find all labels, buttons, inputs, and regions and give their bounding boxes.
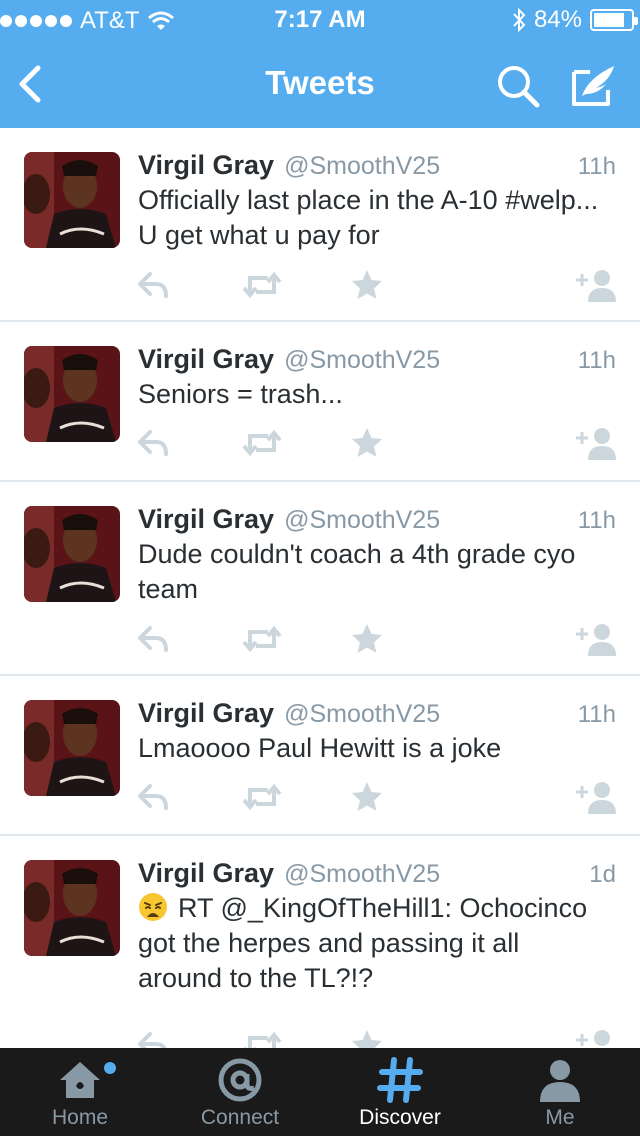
tweet-actions [0,622,640,658]
favorite-icon[interactable] [350,780,384,814]
tab-me-label: Me [545,1106,575,1129]
tweet-text: RT @_KingOfTheHill1: Ochocinco got the h… [138,893,588,993]
at-icon [218,1058,262,1102]
tweet-actions [0,780,640,816]
follow-icon[interactable] [574,268,618,302]
retweet-icon[interactable] [242,268,282,302]
status-bar: AT&T 7:17 AM 84% [0,0,640,40]
tweet-text: Officially last place in the A-10 #welp.… [138,185,599,250]
avatar[interactable] [24,152,120,248]
user-name[interactable]: Virgil Gray [138,344,274,375]
hashtag-icon [377,1057,423,1103]
weary-face-emoji-icon [139,893,167,921]
home-icon [60,1062,100,1098]
tab-connect-label: Connect [200,1106,280,1129]
search-icon[interactable] [494,62,542,110]
user-handle[interactable]: @SmoothV25 [284,152,440,181]
favorite-icon[interactable] [350,268,384,302]
retweet-icon[interactable] [242,622,282,656]
avatar[interactable] [24,506,120,602]
compose-icon[interactable] [568,62,620,110]
user-name[interactable]: Virgil Gray [138,858,274,889]
avatar[interactable] [24,860,120,956]
favorite-icon[interactable] [350,426,384,460]
person-icon [540,1060,580,1102]
tab-bar: Home Connect Discover Me [0,1048,640,1136]
follow-icon[interactable] [574,426,618,460]
tweet-time: 11h [577,507,616,534]
tweet[interactable]: Virgil Gray @SmoothV25 1d RT @_KingOfThe… [0,836,640,1048]
tab-connect[interactable]: Connect [160,1048,320,1136]
reply-icon[interactable] [136,622,170,656]
nav-bar: Tweets [0,40,640,128]
tweet-actions [0,426,640,462]
tweet-text: Seniors = trash... [138,379,343,409]
tweet-header: Virgil Gray @SmoothV25 11h [138,504,616,534]
battery-level-fill [594,13,625,27]
user-handle[interactable]: @SmoothV25 [284,346,440,375]
status-right: 84% [512,6,638,34]
favorite-icon[interactable] [350,1028,384,1048]
reply-icon[interactable] [136,426,170,460]
tab-discover[interactable]: Discover [320,1048,480,1136]
user-handle[interactable]: @SmoothV25 [284,860,440,889]
tweet-time: 11h [577,347,616,374]
tweet-text: Dude couldn't coach a 4th grade cyo team [138,539,576,604]
follow-icon[interactable] [574,780,618,814]
reply-icon[interactable] [136,780,170,814]
tab-me[interactable]: Me [480,1048,640,1136]
header: AT&T 7:17 AM 84% Tweets [0,0,640,128]
tweet-header: Virgil Gray @SmoothV25 11h [138,150,616,180]
tweet-header: Virgil Gray @SmoothV25 1d [138,858,616,888]
tweet-time: 1d [589,861,616,888]
tweet-timeline[interactable]: Virgil Gray @SmoothV25 11h Officially la… [0,128,640,1048]
bluetooth-icon [513,7,526,33]
tweet-text: Lmaoooo Paul Hewitt is a joke [138,733,502,763]
tab-home[interactable]: Home [0,1048,160,1136]
tweet-time: 11h [577,153,616,180]
user-handle[interactable]: @SmoothV25 [284,700,440,729]
user-name[interactable]: Virgil Gray [138,698,274,729]
page-title: Tweets [265,64,375,101]
tweet[interactable]: Virgil Gray @SmoothV25 11h Dude couldn't… [0,482,640,676]
tab-home-label: Home [51,1106,109,1129]
tweet[interactable]: Virgil Gray @SmoothV25 11h Lmaoooo Paul … [0,676,640,836]
follow-icon[interactable] [574,622,618,656]
tweet-time: 11h [577,701,616,728]
favorite-icon[interactable] [350,622,384,656]
user-name[interactable]: Virgil Gray [138,504,274,535]
tab-discover-label: Discover [359,1106,441,1129]
tweet-header: Virgil Gray @SmoothV25 11h [138,344,616,374]
retweet-icon[interactable] [242,426,282,460]
user-name[interactable]: Virgil Gray [138,150,274,181]
tweet-text-container: RT @_KingOfTheHill1: Ochocinco got the h… [138,891,610,996]
retweet-icon[interactable] [242,1028,282,1048]
tweet[interactable]: Virgil Gray @SmoothV25 11h Officially la… [0,128,640,322]
tweet[interactable]: Virgil Gray @SmoothV25 11h Seniors = tra… [0,322,640,482]
retweet-icon[interactable] [242,780,282,814]
follow-icon[interactable] [574,1028,618,1048]
tweet-header: Virgil Gray @SmoothV25 11h [138,698,616,728]
notification-dot [104,1062,116,1074]
user-handle[interactable]: @SmoothV25 [284,506,440,535]
reply-icon[interactable] [136,268,170,302]
tweet-actions [0,268,640,304]
battery-icon [590,9,638,31]
tweet-actions [0,1028,640,1048]
battery-percent: 84% [533,6,582,33]
reply-icon[interactable] [136,1028,170,1048]
